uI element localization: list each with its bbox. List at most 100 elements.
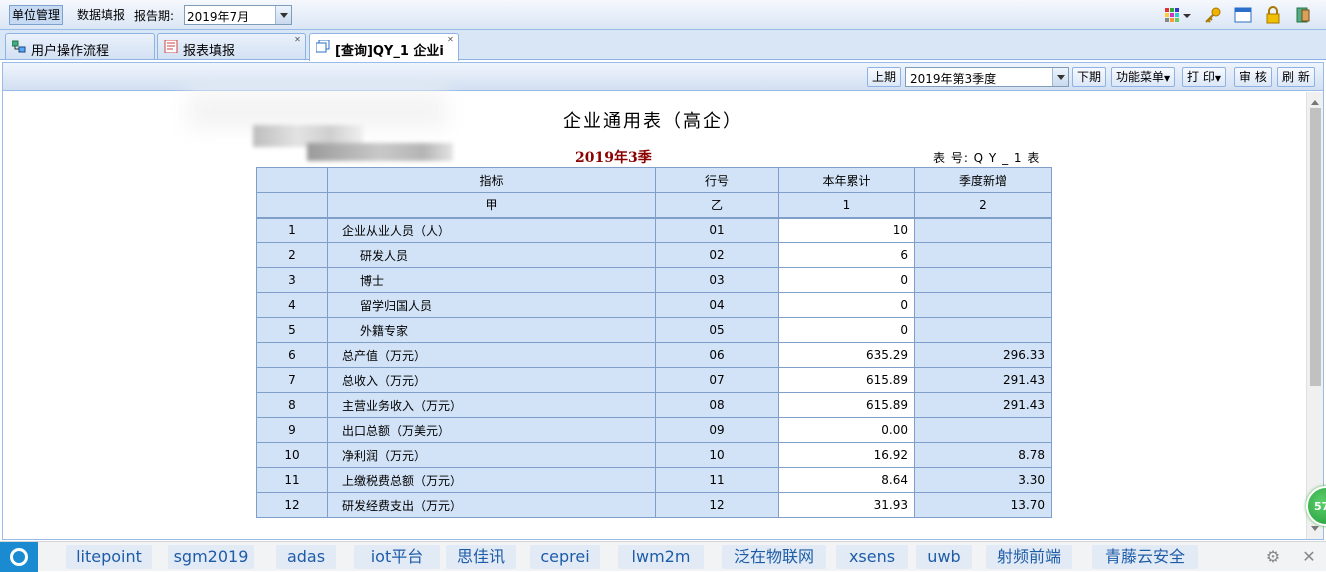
- row-quarter-value: 291.43: [914, 392, 1052, 418]
- header-cell: [256, 167, 328, 193]
- table-row: 2 研发人员 02 6: [256, 242, 1052, 268]
- key-icon[interactable]: [1204, 6, 1222, 24]
- row-quarter-value: 8.78: [914, 442, 1052, 468]
- table-body: 1 企业从业人员（人） 01 10 2 研发人员 02 6 3 博士 03 0 4 留学归国人员 04 0 5 外…: [256, 217, 1052, 518]
- row-ytd-value[interactable]: 8.64: [778, 467, 915, 493]
- row-indicator: 外籍专家: [327, 317, 656, 343]
- row-indicator: 总收入（万元）: [327, 367, 656, 393]
- row-quarter-value: [914, 417, 1052, 443]
- bookmark-item[interactable]: uwb: [916, 545, 972, 569]
- row-code: 12: [655, 492, 779, 518]
- table-row: 9 出口总额（万美元） 09 0.00: [256, 417, 1052, 443]
- bookmark-item[interactable]: 青藤云安全: [1092, 545, 1198, 569]
- subheader-ytd: 1: [778, 192, 915, 219]
- quarter-select[interactable]: 2019年第3季度: [905, 67, 1069, 87]
- table-row: 12 研发经费支出（万元） 12 31.93 13.70: [256, 492, 1052, 518]
- data-entry-button[interactable]: 数据填报: [74, 5, 128, 25]
- tab-report-entry[interactable]: 报表填报 ✕: [157, 33, 306, 59]
- bookmark-item[interactable]: iot平台: [354, 545, 440, 569]
- scroll-down-icon[interactable]: [1311, 526, 1319, 535]
- audit-button[interactable]: 审 核: [1234, 67, 1272, 87]
- tab-user-guide[interactable]: 用户操作流程: [5, 33, 155, 59]
- row-ytd-value[interactable]: 615.89: [778, 367, 915, 393]
- bookmark-item[interactable]: lwm2m: [618, 545, 704, 569]
- row-code: 11: [655, 467, 779, 493]
- bookmark-item[interactable]: adas: [276, 545, 336, 569]
- row-number: 9: [256, 417, 328, 443]
- close-icon[interactable]: ✕: [293, 36, 302, 45]
- tab-label: 用户操作流程: [31, 44, 110, 59]
- row-number: 7: [256, 367, 328, 393]
- row-quarter-value: [914, 242, 1052, 268]
- row-ytd-value[interactable]: 0.00: [778, 417, 915, 443]
- function-menu-button[interactable]: 功能菜单▼: [1111, 67, 1176, 87]
- bookmark-bar: litepoint sgm2019 adas iot平台 思佳讯 ceprei lwm2m 泛…: [0, 541, 1326, 572]
- print-button[interactable]: 打 印▼: [1182, 67, 1226, 87]
- header-cell: [256, 192, 328, 219]
- close-icon[interactable]: ✕: [1300, 548, 1318, 566]
- row-number: 4: [256, 292, 328, 318]
- vertical-scrollbar[interactable]: [1306, 92, 1323, 539]
- row-ytd-value[interactable]: 16.92: [778, 442, 915, 468]
- row-indicator: 净利润（万元）: [327, 442, 656, 468]
- subheader-quarter: 2: [914, 192, 1052, 219]
- scroll-up-icon[interactable]: [1311, 96, 1319, 105]
- unit-management-button[interactable]: 单位管理: [9, 5, 64, 25]
- theme-grid-icon[interactable]: [1164, 6, 1182, 24]
- bookmark-item[interactable]: sgm2019: [168, 545, 254, 569]
- row-ytd-value[interactable]: 635.29: [778, 342, 915, 368]
- bookmark-item[interactable]: xsens: [836, 545, 908, 569]
- row-ytd-value[interactable]: 31.93: [778, 492, 915, 518]
- lock-icon[interactable]: [1264, 6, 1282, 24]
- dropdown-caret-icon[interactable]: [1182, 6, 1192, 24]
- row-ytd-value[interactable]: 615.89: [778, 392, 915, 418]
- row-number: 10: [256, 442, 328, 468]
- redacted-company-name: [307, 143, 453, 161]
- chevron-down-icon[interactable]: [1052, 68, 1068, 86]
- row-number: 12: [256, 492, 328, 518]
- browser-logo-icon[interactable]: [0, 542, 38, 572]
- header-code: 行号: [655, 167, 779, 193]
- row-code: 06: [655, 342, 779, 368]
- tab-label: 报表填报: [183, 44, 236, 59]
- bookmark-item[interactable]: 射频前端: [986, 545, 1072, 569]
- row-indicator: 上缴税费总额（万元）: [327, 467, 656, 493]
- scroll-thumb[interactable]: [1310, 108, 1321, 386]
- row-indicator: 总产值（万元）: [327, 342, 656, 368]
- bookmark-item[interactable]: 泛在物联网: [722, 545, 826, 569]
- row-ytd-value[interactable]: 0: [778, 267, 915, 293]
- bookmark-item[interactable]: litepoint: [66, 545, 152, 569]
- tab-query-qy1[interactable]: [查询]QY_1 企业i ✕: [309, 33, 459, 61]
- exit-icon[interactable]: [1294, 6, 1312, 24]
- row-ytd-value[interactable]: 0: [778, 317, 915, 343]
- period-select[interactable]: 2019年7月: [184, 5, 292, 25]
- window-icon[interactable]: [1234, 6, 1252, 24]
- table-subheader-row: 甲 乙 1 2: [256, 192, 1052, 219]
- table-row: 1 企业从业人员（人） 01 10: [256, 217, 1052, 243]
- bookmark-item[interactable]: 思佳讯: [446, 545, 516, 569]
- tab-strip: 用户操作流程 报表填报 ✕ [查询]QY_1 企业i ✕: [0, 30, 1326, 61]
- row-indicator: 博士: [327, 267, 656, 293]
- prev-period-button[interactable]: 上期: [867, 67, 902, 87]
- row-indicator: 主营业务收入（万元）: [327, 392, 656, 418]
- row-ytd-value[interactable]: 10: [778, 217, 915, 243]
- row-ytd-value[interactable]: 6: [778, 242, 915, 268]
- window-icon: [316, 40, 330, 53]
- close-icon[interactable]: ✕: [446, 36, 455, 45]
- quarter-select-value: 2019年第3季度: [910, 72, 997, 86]
- row-quarter-value: 13.70: [914, 492, 1052, 518]
- chevron-down-icon[interactable]: [275, 6, 291, 24]
- bookmark-item[interactable]: ceprei: [530, 545, 600, 569]
- gear-icon[interactable]: ⚙: [1264, 548, 1282, 566]
- row-ytd-value[interactable]: 0: [778, 292, 915, 318]
- report-icon: [164, 40, 178, 53]
- next-period-button[interactable]: 下期: [1072, 67, 1107, 87]
- refresh-button[interactable]: 刷 新: [1277, 67, 1315, 87]
- row-code: 07: [655, 367, 779, 393]
- row-code: 02: [655, 242, 779, 268]
- row-quarter-value: 296.33: [914, 342, 1052, 368]
- report-title: 企业通用表（高企）: [563, 111, 743, 132]
- table-row: 5 外籍专家 05 0: [256, 317, 1052, 343]
- row-indicator: 研发经费支出（万元）: [327, 492, 656, 518]
- row-indicator: 企业从业人员（人）: [327, 217, 656, 243]
